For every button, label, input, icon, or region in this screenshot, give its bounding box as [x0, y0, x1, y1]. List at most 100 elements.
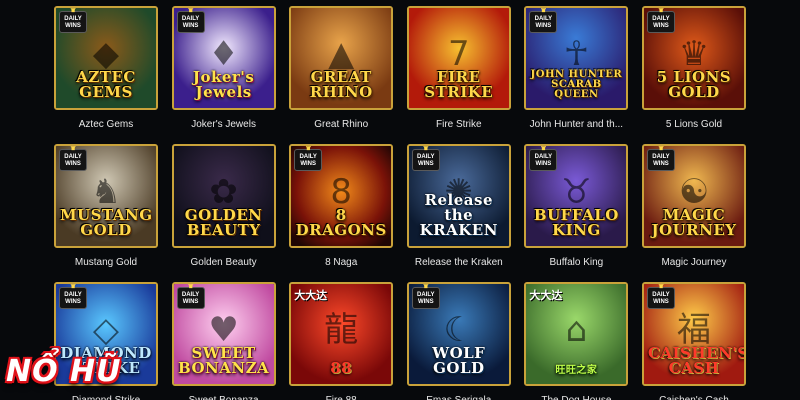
game-card[interactable]: ☥ ♛ DAILY WINS JOHN HUNTER SCARAB QUEEN John…: [524, 6, 629, 140]
badge-label: DAILY WINS: [534, 154, 553, 167]
daily-wins-badge: ♛ DAILY WINS: [59, 8, 87, 33]
game-card[interactable]: 龍 大大达 88 Fire 88: [289, 282, 394, 400]
daily-wins-badge: ♛ DAILY WINS: [411, 284, 440, 309]
crown-icon: ♛: [540, 7, 547, 14]
game-card[interactable]: ☯ ♛ DAILY WINS MAGIC JOURNEY Magic Journey: [641, 144, 746, 278]
game-card[interactable]: 福 ♛ DAILY WINS CAISHEN'S CASH Caishen's Cash: [641, 282, 746, 400]
game-thumbnail[interactable]: ♦ ♛ DAILY WINS Joker's Jewels: [171, 6, 276, 110]
game-thumbnail[interactable]: 8 ♛ DAILY WINS 8 DRAGONS: [289, 144, 394, 248]
game-title[interactable]: Sweet Bonanza: [172, 386, 276, 400]
game-title[interactable]: Mustang Gold: [54, 248, 158, 278]
monkey-icon: ☯: [678, 172, 710, 212]
jester-icon: ♦: [208, 34, 239, 74]
daily-wins-badge: ♛ DAILY WINS: [59, 146, 87, 171]
game-thumbnail[interactable]: ◆ ♛ DAILY WINS AZTEC GEMS: [54, 6, 158, 110]
game-thumbnail[interactable]: ♥ ♛ DAILY WINS SWEET BONANZA: [171, 282, 276, 386]
gem-icon: ◆: [92, 34, 120, 74]
game-title[interactable]: 5 Lions Gold: [642, 110, 746, 140]
game-logo: MAGIC JOURNEY: [651, 206, 737, 239]
game-title[interactable]: Joker's Jewels: [172, 110, 276, 140]
provider-badge: 大大达: [294, 289, 328, 302]
game-thumbnail[interactable]: 龍 大大达 88: [289, 282, 394, 386]
badge-label: DAILY WINS: [652, 16, 670, 29]
daily-wins-badge: ♛ DAILY WINS: [411, 146, 440, 171]
buffalo-icon: ♉: [561, 172, 592, 212]
game-thumbnail[interactable]: ▲ GREAT RHINO: [289, 6, 394, 110]
game-title[interactable]: Emas Serigala: [407, 386, 511, 400]
game-card[interactable]: ♛ ♛ DAILY WINS 5 LIONS GOLD 5 Lions Gold: [641, 6, 746, 140]
game-card[interactable]: 8 ♛ DAILY WINS 8 DRAGONS 8 Naga: [289, 144, 394, 278]
lion-icon: ♛: [678, 34, 710, 74]
game-card[interactable]: ◆ ♛ DAILY WINS AZTEC GEMS Aztec Gems: [54, 6, 158, 140]
game-title[interactable]: Buffalo King: [524, 248, 628, 278]
game-title[interactable]: Fire Strike: [407, 110, 511, 140]
crown-icon: ♛: [422, 283, 430, 290]
game-card[interactable]: 7 FIRE STRIKE Fire Strike: [406, 6, 511, 140]
crown-icon: ♛: [657, 7, 665, 14]
game-card[interactable]: ♞ ♛ DAILY WINS MUSTANG GOLD Mustang Gold: [54, 144, 158, 278]
game-title[interactable]: Golden Beauty: [172, 248, 276, 278]
game-thumbnail[interactable]: ☾ ♛ DAILY WINS WOLF GOLD: [406, 282, 511, 386]
badge-label: DAILY WINS: [64, 154, 82, 167]
game-card[interactable]: ✿ GOLDEN BEAUTY Golden Beauty: [171, 144, 276, 278]
game-thumbnail[interactable]: ☯ ♛ DAILY WINS MAGIC JOURNEY: [641, 144, 746, 248]
doghouse-icon: ⌂: [565, 310, 588, 350]
crown-icon: ♛: [187, 7, 194, 14]
provider-badge: 大大达: [529, 289, 563, 302]
game-title[interactable]: Aztec Gems: [54, 110, 158, 140]
game-logo: MUSTANG GOLD: [60, 206, 153, 239]
game-thumbnail[interactable]: 福 ♛ DAILY WINS CAISHEN'S CASH: [641, 282, 746, 386]
crown-icon: ♛: [305, 145, 312, 152]
game-card[interactable]: ⌂大大达旺旺之家The Dog House: [524, 282, 629, 400]
game-thumbnail[interactable]: ♞ ♛ DAILY WINS MUSTANG GOLD: [54, 144, 158, 248]
badge-label: DAILY WINS: [652, 292, 670, 305]
wolf-icon: ☾: [443, 310, 475, 350]
daily-wins-badge: ♛ DAILY WINS: [529, 146, 558, 171]
game-thumbnail[interactable]: 7 FIRE STRIKE: [406, 6, 511, 110]
game-card[interactable]: ☾ ♛ DAILY WINS WOLF GOLD Emas Serigala: [406, 282, 511, 400]
game-card[interactable]: ♥ ♛ DAILY WINS SWEET BONANZA Sweet Bonanza: [171, 282, 276, 400]
game-thumbnail[interactable]: ☥ ♛ DAILY WINS JOHN HUNTER SCARAB QUEEN: [524, 6, 629, 110]
daily-wins-badge: ♛ DAILY WINS: [59, 284, 87, 309]
daily-wins-badge: ♛ DAILY WINS: [646, 284, 675, 309]
game-logo: GOLDEN BEAUTY: [184, 206, 263, 239]
badge-label: DAILY WINS: [181, 16, 200, 29]
game-title[interactable]: The Dog House: [524, 386, 628, 400]
crown-icon: ♛: [422, 145, 430, 152]
badge-label: DAILY WINS: [299, 154, 317, 167]
game-thumbnail[interactable]: ⌂ 大大达旺旺之家: [524, 282, 629, 386]
daily-wins-badge: ♛ DAILY WINS: [646, 8, 675, 33]
game-logo: WOLF GOLD: [432, 344, 486, 377]
game-thumbnail[interactable]: ✿ GOLDEN BEAUTY: [171, 144, 276, 248]
game-title[interactable]: Fire 88: [289, 386, 393, 400]
game-thumbnail[interactable]: ♉ ♛ DAILY WINS BUFFALO KING: [524, 144, 629, 248]
game-title[interactable]: Great Rhino: [289, 110, 393, 140]
crown-icon: ♛: [540, 145, 547, 152]
game-logo: JOHN HUNTER SCARAB QUEEN: [530, 69, 623, 100]
badge-label: DAILY WINS: [181, 292, 200, 305]
badge-label: DAILY WINS: [417, 154, 435, 167]
game-title[interactable]: 8 Naga: [289, 248, 393, 278]
game-card[interactable]: ♦ ♛ DAILY WINS Joker's Jewels Joker's Jewels: [171, 6, 276, 140]
daily-wins-badge: ♛ DAILY WINS: [176, 8, 205, 33]
game-card[interactable]: ✺ ♛ DAILY WINS Release the KRAKEN Release th…: [406, 144, 511, 278]
game-title[interactable]: Magic Journey: [642, 248, 746, 278]
game-card[interactable]: ♉ ♛ DAILY WINS BUFFALO KING Buffalo King: [524, 144, 629, 278]
game-title[interactable]: John Hunter and th...: [524, 110, 628, 140]
game-logo: SWEET BONANZA: [178, 344, 270, 377]
game-thumbnail[interactable]: ✺ ♛ DAILY WINS Release the KRAKEN: [406, 144, 511, 248]
badge-label: DAILY WINS: [64, 16, 82, 29]
game-logo: 5 LIONS GOLD: [656, 68, 732, 101]
golden-dragon-icon: 龍: [324, 310, 359, 350]
game-logo: Joker's Jewels: [192, 68, 255, 101]
game-logo: CAISHEN'S CASH: [647, 344, 746, 377]
game-thumbnail[interactable]: ♛ ♛ DAILY WINS 5 LIONS GOLD: [641, 6, 746, 110]
game-title[interactable]: Caishen's Cash: [642, 386, 746, 400]
badge-label: DAILY WINS: [64, 292, 82, 305]
caishen-icon: 福: [676, 310, 711, 350]
game-logo: 旺旺之家: [555, 365, 598, 376]
diamond-icon: ◇: [92, 310, 120, 350]
game-title[interactable]: Release the Kraken: [407, 248, 511, 278]
rhino-icon: ▲: [328, 34, 355, 74]
game-card[interactable]: ▲ GREAT RHINO Great Rhino: [289, 6, 394, 140]
